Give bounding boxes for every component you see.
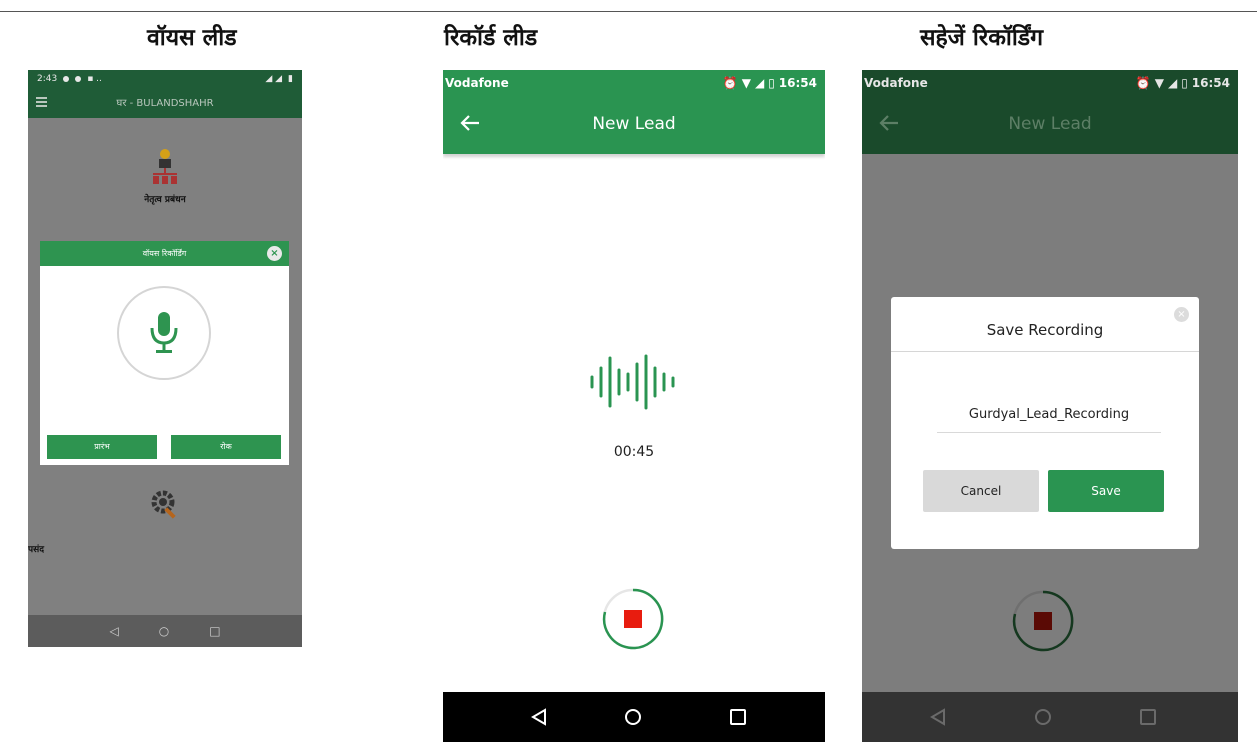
card-leadership-management[interactable]: नेतृत्व प्रबंधन <box>28 140 302 240</box>
stop-icon <box>602 588 664 650</box>
android-nav-bar <box>443 692 825 742</box>
card-preferences-label: पसंद <box>28 545 44 555</box>
notification-icon <box>75 76 82 82</box>
battery-icon: ▯ <box>768 76 775 90</box>
start-button[interactable]: प्रारंभ <box>47 435 157 459</box>
status-bar: Vodafone ⏰ ▼ ◢ ▯ 16:54 <box>443 70 825 96</box>
top-divider <box>0 11 1257 12</box>
mail-icon: ▪ .. <box>87 74 102 84</box>
wifi-icon: ▼ <box>741 76 751 90</box>
home-nav-icon[interactable] <box>1034 708 1052 726</box>
status-clock: 16:54 <box>1191 76 1230 90</box>
recording-name-field[interactable]: Gurdyal_Lead_Recording <box>937 407 1161 433</box>
app-bar: घर - BULANDSHAHR <box>28 88 302 118</box>
android-nav-bar <box>862 692 1238 742</box>
app-bar: New Lead <box>862 96 1238 154</box>
signal-icon: ◢ <box>754 76 765 90</box>
dialog-header: वॉयस रिकॉर्डिंग × <box>40 241 289 266</box>
dialog-title: वॉयस रिकॉर्डिंग <box>142 249 187 258</box>
recents-nav-icon[interactable] <box>729 708 747 726</box>
stop-recording-button[interactable] <box>1011 589 1075 653</box>
status-clock: 16:54 <box>778 76 817 90</box>
stop-recording-button[interactable] <box>601 587 665 651</box>
stop-icon <box>1012 590 1074 652</box>
app-bar: New Lead <box>443 96 825 154</box>
card-preferences[interactable]: पसंद <box>28 490 302 570</box>
recents-nav-icon[interactable]: □ <box>209 624 220 638</box>
battery-icon: ▯ <box>1181 76 1188 90</box>
microphone-icon <box>150 312 178 353</box>
settings-wrench-icon <box>151 490 176 519</box>
close-icon[interactable]: × <box>267 246 282 261</box>
signal-icon: ◢ <box>1167 76 1178 90</box>
back-nav-icon[interactable] <box>530 708 548 726</box>
phone-save-recording: Vodafone ⏰ ▼ ◢ ▯ 16:54 New Lead × Save R… <box>862 70 1238 742</box>
audio-waveform-icon <box>590 354 675 410</box>
org-chart-icon <box>153 149 177 184</box>
modal-divider <box>891 351 1199 352</box>
save-button[interactable]: Save <box>1048 470 1164 512</box>
close-icon[interactable]: × <box>1174 307 1189 322</box>
heading-save-recording: सहेजें रिकॉर्डिंग <box>920 25 1044 51</box>
phone-record-lead: Vodafone ⏰ ▼ ◢ ▯ 16:54 New Lead 00:45 <box>443 70 825 742</box>
stop-button[interactable]: रोक <box>171 435 281 459</box>
page-title: New Lead <box>592 114 676 134</box>
save-recording-modal: × Save Recording Gurdyal_Lead_Recording … <box>891 297 1199 549</box>
phone-voice-lead: 2:43 ▪ .. ◢ ◢ ▮ घर - BULANDSHAHR नेतृत्व… <box>28 70 302 647</box>
back-nav-icon[interactable]: ◁ <box>109 624 118 638</box>
location-icon <box>63 76 70 82</box>
app-title: घर - BULANDSHAHR <box>116 98 214 109</box>
back-nav-icon[interactable] <box>929 708 947 726</box>
wifi-icon: ▼ <box>1154 76 1164 90</box>
microphone-button[interactable] <box>117 286 211 380</box>
home-nav-icon[interactable] <box>624 708 642 726</box>
card-leadership-label: नेतृत्व प्रबंधन <box>144 195 186 205</box>
alarm-icon: ⏰ <box>1135 76 1151 90</box>
status-time: 2:43 <box>37 74 58 84</box>
page-title: New Lead <box>1008 114 1092 134</box>
android-nav-bar: ◁ ○ □ <box>28 615 302 647</box>
carrier-label: Vodafone <box>445 76 509 90</box>
signal-icon: ◢ ◢ <box>265 74 283 84</box>
status-bar: Vodafone ⏰ ▼ ◢ ▯ 16:54 <box>862 70 1238 96</box>
heading-record-lead: रिकॉर्ड लीड <box>444 25 538 51</box>
modal-title: Save Recording <box>986 321 1104 339</box>
recents-nav-icon[interactable] <box>1139 708 1157 726</box>
home-nav-icon[interactable]: ○ <box>159 624 169 638</box>
alarm-icon: ⏰ <box>722 76 738 90</box>
cancel-button[interactable]: Cancel <box>923 470 1039 512</box>
heading-voice-lead: वॉयस लीड <box>147 25 237 51</box>
voice-recording-dialog: वॉयस रिकॉर्डिंग × प्रारंभ रोक <box>40 241 289 465</box>
carrier-label: Vodafone <box>864 76 928 90</box>
recording-timer: 00:45 <box>613 444 655 460</box>
battery-icon: ▮ <box>288 74 293 84</box>
status-bar: 2:43 ▪ .. ◢ ◢ ▮ <box>28 70 302 88</box>
